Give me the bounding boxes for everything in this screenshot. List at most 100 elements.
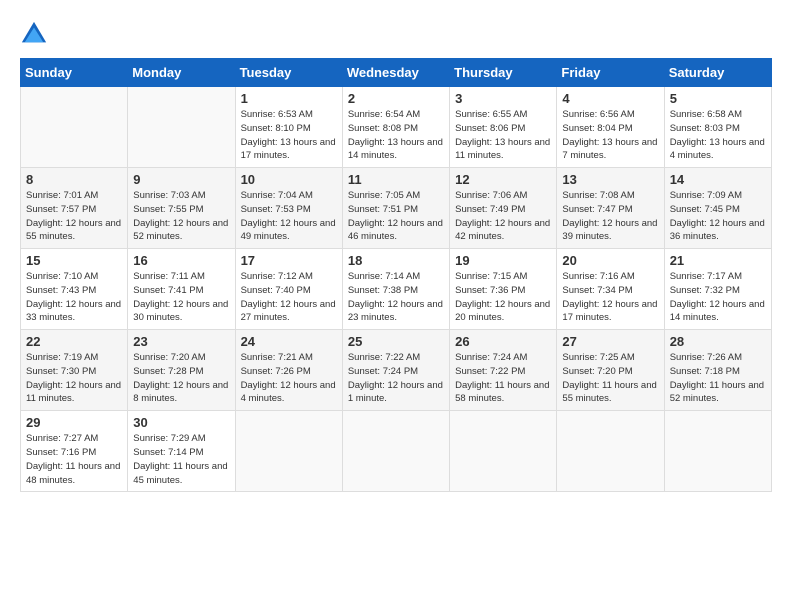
calendar-cell [21,87,128,168]
calendar-cell: 18 Sunrise: 7:14 AM Sunset: 7:38 PM Dayl… [342,249,449,330]
logo [20,20,52,48]
day-of-week-header: Sunday [21,59,128,87]
calendar-cell [450,411,557,492]
calendar-cell [342,411,449,492]
day-info: Sunrise: 7:29 AM Sunset: 7:14 PM Dayligh… [133,432,229,487]
day-number: 17 [241,253,337,268]
day-number: 10 [241,172,337,187]
calendar-cell: 13 Sunrise: 7:08 AM Sunset: 7:47 PM Dayl… [557,168,664,249]
day-number: 25 [348,334,444,349]
calendar-cell: 25 Sunrise: 7:22 AM Sunset: 7:24 PM Dayl… [342,330,449,411]
day-number: 3 [455,91,551,106]
day-of-week-header: Saturday [664,59,771,87]
day-number: 12 [455,172,551,187]
day-number: 28 [670,334,766,349]
day-number: 24 [241,334,337,349]
calendar-header-row: SundayMondayTuesdayWednesdayThursdayFrid… [21,59,772,87]
day-number: 11 [348,172,444,187]
day-info: Sunrise: 7:10 AM Sunset: 7:43 PM Dayligh… [26,270,122,325]
calendar-cell: 20 Sunrise: 7:16 AM Sunset: 7:34 PM Dayl… [557,249,664,330]
calendar-cell: 5 Sunrise: 6:58 AM Sunset: 8:03 PM Dayli… [664,87,771,168]
calendar-cell: 2 Sunrise: 6:54 AM Sunset: 8:08 PM Dayli… [342,87,449,168]
day-info: Sunrise: 7:09 AM Sunset: 7:45 PM Dayligh… [670,189,766,244]
day-info: Sunrise: 6:54 AM Sunset: 8:08 PM Dayligh… [348,108,444,163]
day-number: 15 [26,253,122,268]
day-number: 8 [26,172,122,187]
calendar-week-row: 15 Sunrise: 7:10 AM Sunset: 7:43 PM Dayl… [21,249,772,330]
calendar-cell: 19 Sunrise: 7:15 AM Sunset: 7:36 PM Dayl… [450,249,557,330]
day-info: Sunrise: 7:25 AM Sunset: 7:20 PM Dayligh… [562,351,658,406]
day-info: Sunrise: 6:53 AM Sunset: 8:10 PM Dayligh… [241,108,337,163]
calendar-cell: 26 Sunrise: 7:24 AM Sunset: 7:22 PM Dayl… [450,330,557,411]
calendar-cell: 23 Sunrise: 7:20 AM Sunset: 7:28 PM Dayl… [128,330,235,411]
calendar-cell: 1 Sunrise: 6:53 AM Sunset: 8:10 PM Dayli… [235,87,342,168]
day-info: Sunrise: 7:05 AM Sunset: 7:51 PM Dayligh… [348,189,444,244]
day-of-week-header: Tuesday [235,59,342,87]
day-info: Sunrise: 7:27 AM Sunset: 7:16 PM Dayligh… [26,432,122,487]
day-number: 30 [133,415,229,430]
day-info: Sunrise: 7:12 AM Sunset: 7:40 PM Dayligh… [241,270,337,325]
day-of-week-header: Wednesday [342,59,449,87]
day-info: Sunrise: 7:24 AM Sunset: 7:22 PM Dayligh… [455,351,551,406]
calendar-week-row: 22 Sunrise: 7:19 AM Sunset: 7:30 PM Dayl… [21,330,772,411]
calendar-cell: 21 Sunrise: 7:17 AM Sunset: 7:32 PM Dayl… [664,249,771,330]
calendar-cell: 8 Sunrise: 7:01 AM Sunset: 7:57 PM Dayli… [21,168,128,249]
page-header [20,20,772,48]
day-number: 20 [562,253,658,268]
day-info: Sunrise: 7:16 AM Sunset: 7:34 PM Dayligh… [562,270,658,325]
calendar-cell: 30 Sunrise: 7:29 AM Sunset: 7:14 PM Dayl… [128,411,235,492]
calendar-cell: 10 Sunrise: 7:04 AM Sunset: 7:53 PM Dayl… [235,168,342,249]
calendar-cell: 27 Sunrise: 7:25 AM Sunset: 7:20 PM Dayl… [557,330,664,411]
day-info: Sunrise: 6:55 AM Sunset: 8:06 PM Dayligh… [455,108,551,163]
calendar-table: SundayMondayTuesdayWednesdayThursdayFrid… [20,58,772,492]
calendar-cell: 16 Sunrise: 7:11 AM Sunset: 7:41 PM Dayl… [128,249,235,330]
day-info: Sunrise: 6:56 AM Sunset: 8:04 PM Dayligh… [562,108,658,163]
calendar-cell: 17 Sunrise: 7:12 AM Sunset: 7:40 PM Dayl… [235,249,342,330]
calendar-week-row: 29 Sunrise: 7:27 AM Sunset: 7:16 PM Dayl… [21,411,772,492]
day-number: 18 [348,253,444,268]
day-number: 26 [455,334,551,349]
day-number: 5 [670,91,766,106]
day-number: 29 [26,415,122,430]
day-info: Sunrise: 7:17 AM Sunset: 7:32 PM Dayligh… [670,270,766,325]
calendar-cell: 24 Sunrise: 7:21 AM Sunset: 7:26 PM Dayl… [235,330,342,411]
day-number: 2 [348,91,444,106]
calendar-cell: 11 Sunrise: 7:05 AM Sunset: 7:51 PM Dayl… [342,168,449,249]
calendar-cell [664,411,771,492]
calendar-cell: 9 Sunrise: 7:03 AM Sunset: 7:55 PM Dayli… [128,168,235,249]
day-info: Sunrise: 7:06 AM Sunset: 7:49 PM Dayligh… [455,189,551,244]
day-number: 19 [455,253,551,268]
day-number: 13 [562,172,658,187]
day-number: 22 [26,334,122,349]
day-number: 21 [670,253,766,268]
calendar-cell [557,411,664,492]
calendar-cell: 15 Sunrise: 7:10 AM Sunset: 7:43 PM Dayl… [21,249,128,330]
day-info: Sunrise: 7:14 AM Sunset: 7:38 PM Dayligh… [348,270,444,325]
day-info: Sunrise: 7:21 AM Sunset: 7:26 PM Dayligh… [241,351,337,406]
day-info: Sunrise: 7:01 AM Sunset: 7:57 PM Dayligh… [26,189,122,244]
day-info: Sunrise: 7:08 AM Sunset: 7:47 PM Dayligh… [562,189,658,244]
calendar-cell: 29 Sunrise: 7:27 AM Sunset: 7:16 PM Dayl… [21,411,128,492]
calendar-week-row: 8 Sunrise: 7:01 AM Sunset: 7:57 PM Dayli… [21,168,772,249]
day-info: Sunrise: 7:26 AM Sunset: 7:18 PM Dayligh… [670,351,766,406]
day-of-week-header: Monday [128,59,235,87]
day-number: 16 [133,253,229,268]
calendar-cell: 28 Sunrise: 7:26 AM Sunset: 7:18 PM Dayl… [664,330,771,411]
calendar-cell: 14 Sunrise: 7:09 AM Sunset: 7:45 PM Dayl… [664,168,771,249]
day-info: Sunrise: 6:58 AM Sunset: 8:03 PM Dayligh… [670,108,766,163]
day-info: Sunrise: 7:15 AM Sunset: 7:36 PM Dayligh… [455,270,551,325]
day-number: 1 [241,91,337,106]
day-info: Sunrise: 7:03 AM Sunset: 7:55 PM Dayligh… [133,189,229,244]
day-of-week-header: Thursday [450,59,557,87]
day-number: 4 [562,91,658,106]
calendar-cell: 4 Sunrise: 6:56 AM Sunset: 8:04 PM Dayli… [557,87,664,168]
calendar-cell [128,87,235,168]
day-info: Sunrise: 7:20 AM Sunset: 7:28 PM Dayligh… [133,351,229,406]
calendar-week-row: 1 Sunrise: 6:53 AM Sunset: 8:10 PM Dayli… [21,87,772,168]
day-of-week-header: Friday [557,59,664,87]
day-number: 27 [562,334,658,349]
logo-icon [20,20,48,48]
calendar-cell [235,411,342,492]
calendar-cell: 22 Sunrise: 7:19 AM Sunset: 7:30 PM Dayl… [21,330,128,411]
calendar-cell: 12 Sunrise: 7:06 AM Sunset: 7:49 PM Dayl… [450,168,557,249]
